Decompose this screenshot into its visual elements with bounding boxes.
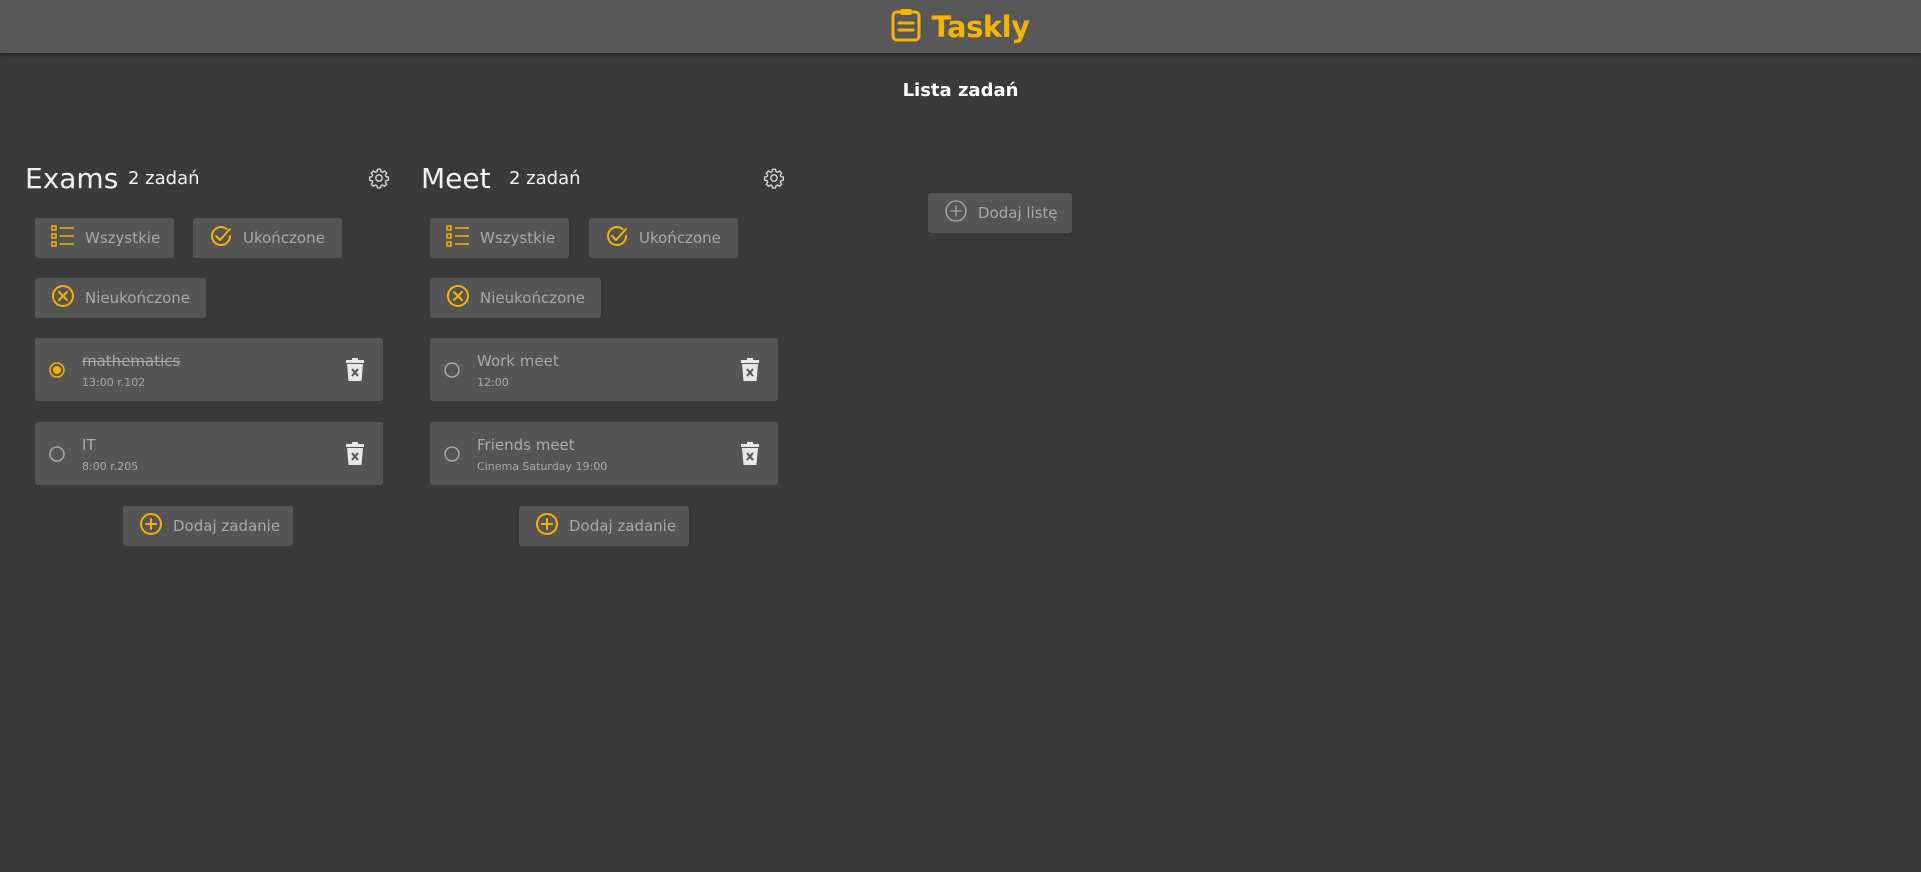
task-subtitle: 13:00 r.102 <box>82 376 146 389</box>
filter-completed-button[interactable]: Ukończone <box>589 218 738 258</box>
gear-icon[interactable] <box>763 167 785 189</box>
x-circle-icon <box>51 284 75 312</box>
gear-icon[interactable] <box>368 167 390 189</box>
task-item: IT 8:00 r.205 <box>35 422 383 485</box>
list-name[interactable]: Meet <box>421 162 491 195</box>
plus-circle-icon <box>139 512 163 540</box>
list-header: Meet 2 zadań <box>421 160 801 198</box>
task-checkbox[interactable] <box>444 446 460 462</box>
filter-all-button[interactable]: Wszystkie <box>35 218 174 258</box>
add-task-button[interactable]: Dodaj zadanie <box>519 506 689 546</box>
task-list-meet: Meet 2 zadań Wszystkie Ukończone Nieukoń… <box>421 160 801 546</box>
filter-completed-label: Ukończone <box>243 229 325 247</box>
task-checkbox[interactable] <box>49 446 65 462</box>
task-count: 2 zadań <box>509 168 581 189</box>
plus-circle-icon <box>944 199 968 227</box>
task-subtitle: Cinema Saturday 19:00 <box>477 460 608 473</box>
filter-completed-button[interactable]: Ukończone <box>193 218 342 258</box>
add-task-button[interactable]: Dodaj zadanie <box>123 506 293 546</box>
trash-icon[interactable] <box>345 358 365 382</box>
task-item: Friends meet Cinema Saturday 19:00 <box>430 422 778 485</box>
task-checkbox-checked[interactable] <box>49 362 65 378</box>
add-list-label: Dodaj listę <box>978 204 1058 222</box>
task-title[interactable]: Work meet <box>477 352 559 370</box>
trash-icon[interactable] <box>345 442 365 466</box>
page-title: Lista zadań <box>902 80 1019 101</box>
check-circle-icon <box>605 224 629 252</box>
list-icon <box>51 225 75 251</box>
task-item: Work meet 12:00 <box>430 338 778 401</box>
task-subtitle: 12:00 <box>477 376 509 389</box>
filter-all-button[interactable]: Wszystkie <box>430 218 569 258</box>
clipboard-icon <box>891 8 921 46</box>
task-count: 2 zadań <box>128 168 200 189</box>
list-header: Exams 2 zadań <box>25 160 405 198</box>
task-title[interactable]: Friends meet <box>477 436 575 454</box>
plus-circle-icon <box>535 512 559 540</box>
check-circle-icon <box>209 224 233 252</box>
trash-icon[interactable] <box>740 358 760 382</box>
trash-icon[interactable] <box>740 442 760 466</box>
task-title[interactable]: IT <box>82 436 96 454</box>
add-list-button[interactable]: Dodaj listę <box>928 193 1072 233</box>
task-checkbox[interactable] <box>444 362 460 378</box>
list-icon <box>446 225 470 251</box>
filter-completed-label: Ukończone <box>639 229 721 247</box>
task-list-exams: Exams 2 zadań Wszystkie Ukończone Nieuko… <box>25 160 405 546</box>
add-task-label: Dodaj zadanie <box>173 517 281 535</box>
task-item: mathematics 13:00 r.102 <box>35 338 383 401</box>
filter-incomplete-button[interactable]: Nieukończone <box>430 278 601 318</box>
add-task-label: Dodaj zadanie <box>569 517 677 535</box>
filter-all-label: Wszystkie <box>85 229 161 247</box>
task-title[interactable]: mathematics <box>82 352 180 370</box>
filter-incomplete-label: Nieukończone <box>85 289 190 307</box>
app-header: Taskly <box>0 0 1921 53</box>
task-subtitle: 8:00 r.205 <box>82 460 139 473</box>
brand[interactable]: Taskly <box>891 8 1030 46</box>
filter-incomplete-button[interactable]: Nieukończone <box>35 278 206 318</box>
app-name: Taskly <box>931 9 1030 44</box>
list-name[interactable]: Exams <box>25 162 118 195</box>
x-circle-icon <box>446 284 470 312</box>
filter-incomplete-label: Nieukończone <box>480 289 585 307</box>
filter-all-label: Wszystkie <box>480 229 556 247</box>
